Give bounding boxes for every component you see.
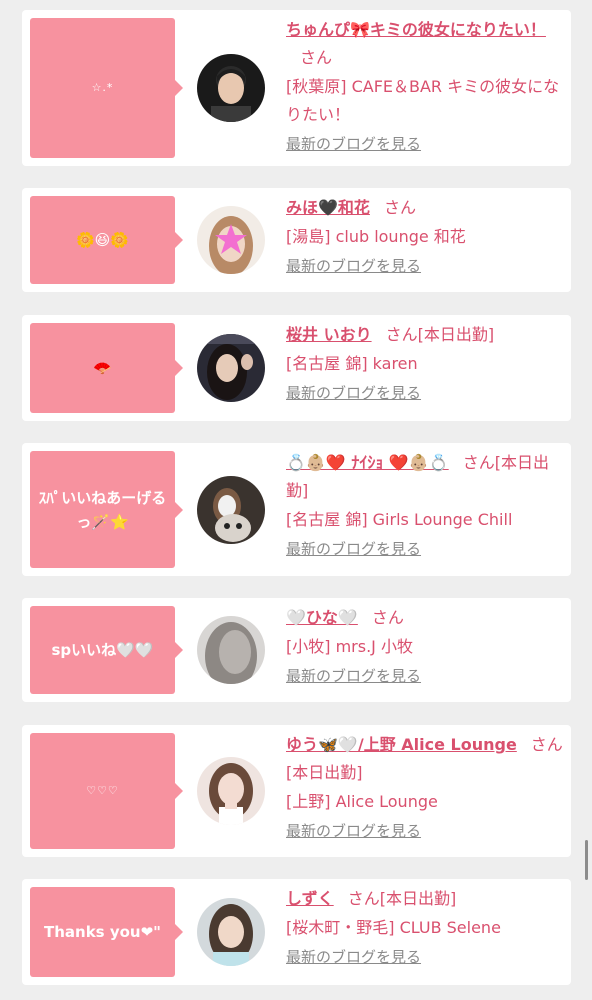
message-bubble: spいいね🤍🤍 [30, 606, 183, 694]
avatar[interactable] [197, 206, 265, 274]
honorific: さん [530, 735, 563, 754]
list-item: ☆.* ちゅんぴ🎀キミの彼女になりたい！ さん [秋葉原] CAFE＆BAR キミ… [22, 10, 571, 166]
honorific: さん [371, 608, 404, 627]
girl-name-link[interactable]: 桜井 いおり [286, 325, 372, 344]
shop-info: [湯島] club lounge 和花 [286, 227, 466, 246]
card-info: ちゅんぴ🎀キミの彼女になりたい！ さん [秋葉原] CAFE＆BAR キミの彼女に… [286, 16, 565, 155]
message-bubble: ｽﾊﾟいいねあーげるっ🪄⭐️ [30, 451, 183, 568]
avatar[interactable] [197, 757, 265, 825]
avatar[interactable] [197, 476, 265, 544]
shop-info: [名古屋 錦] Girls Lounge Chill [286, 510, 513, 529]
list-item: ｽﾊﾟいいねあーげるっ🪄⭐️ 💍👶🏼❤️ ﾅｲｼｮ ❤️👶🏼💍 さん[本日出勤] … [22, 443, 571, 576]
shop-info: [上野] Alice Lounge [286, 792, 438, 811]
latest-blog-link[interactable]: 最新のブログを見る [286, 382, 421, 404]
list-item: 🪭 桜井 いおり さん[本日出勤] [名古屋 錦] karen 最新のブログを見る [22, 315, 571, 421]
shop-info: [秋葉原] CAFE＆BAR キミの彼女になりたい！ [286, 77, 560, 124]
avatar[interactable] [197, 334, 265, 402]
shop-info: [桜木町・野毛] CLUB Selene [286, 918, 501, 937]
girl-name-link[interactable]: しずく [286, 889, 334, 908]
bubble-text: 🪭 [93, 359, 112, 377]
honorific: さん [385, 325, 418, 344]
message-bubble: 🌼😆🌼 [30, 196, 183, 284]
working-today-badge: [本日出勤] [379, 889, 457, 908]
card-info: みほ🖤和花 さん [湯島] club lounge 和花 最新のブログを見る [286, 194, 565, 277]
working-today-badge: [本日出勤] [286, 763, 363, 782]
list-item: spいいね🤍🤍 🤍ひな🤍 さん [小牧] mrs.J 小牧 最新のブログを見る [22, 598, 571, 702]
bubble-text: ｽﾊﾟいいねあーげるっ🪄⭐️ [38, 488, 167, 531]
latest-blog-link[interactable]: 最新のブログを見る [286, 133, 421, 155]
card-info: 💍👶🏼❤️ ﾅｲｼｮ ❤️👶🏼💍 さん[本日出勤] [名古屋 錦] Girls L… [286, 449, 565, 560]
card-info: 🤍ひな🤍 さん [小牧] mrs.J 小牧 最新のブログを見る [286, 604, 565, 687]
honorific: さん [462, 453, 495, 472]
scrollbar[interactable] [585, 840, 588, 880]
shop-info: [小牧] mrs.J 小牧 [286, 637, 413, 656]
list-item: 🌼😆🌼 みほ🖤和花 さん [湯島] club lounge 和花 最新のブログを見… [22, 188, 571, 292]
avatar[interactable] [197, 898, 265, 966]
card-info: 桜井 いおり さん[本日出勤] [名古屋 錦] karen 最新のブログを見る [286, 321, 565, 404]
bubble-text: ♡♡♡ [86, 784, 119, 797]
girl-name-link[interactable]: ちゅんぴ🎀キミの彼女になりたい！ [286, 20, 546, 39]
card-info: ゆう🦋🤍/上野 Alice Lounge さん [本日出勤] [上野] Alice … [286, 731, 565, 842]
girl-name-link[interactable]: ゆう🦋🤍/上野 Alice Lounge [286, 735, 517, 754]
latest-blog-link[interactable]: 最新のブログを見る [286, 946, 421, 968]
honorific: さん [300, 48, 333, 67]
bubble-text: 🌼😆🌼 [76, 231, 129, 249]
message-bubble: ☆.* [30, 18, 183, 158]
girl-name-link[interactable]: 🤍ひな🤍 [286, 608, 358, 627]
message-bubble: Thanks you❤" [30, 887, 183, 977]
bubble-text: Thanks you❤" [44, 923, 161, 941]
honorific: さん [347, 889, 380, 908]
message-bubble: 🪭 [30, 323, 183, 413]
bubble-text: ☆.* [91, 81, 114, 94]
girl-name-link[interactable]: みほ🖤和花 [286, 198, 370, 217]
card-info: しずく さん[本日出勤] [桜木町・野毛] CLUB Selene 最新のブログを… [286, 885, 565, 968]
list-item: Thanks you❤" しずく さん[本日出勤] [桜木町・野毛] CLUB S… [22, 879, 571, 985]
latest-blog-link[interactable]: 最新のブログを見る [286, 538, 421, 560]
avatar[interactable] [197, 54, 265, 122]
girl-name-link[interactable]: 💍👶🏼❤️ ﾅｲｼｮ ❤️👶🏼💍 [286, 453, 449, 472]
shop-info: [名古屋 錦] karen [286, 354, 418, 373]
bubble-text: spいいね🤍🤍 [51, 641, 154, 659]
latest-blog-link[interactable]: 最新のブログを見る [286, 820, 421, 842]
latest-blog-link[interactable]: 最新のブログを見る [286, 255, 421, 277]
working-today-badge: [本日出勤] [417, 325, 495, 344]
message-bubble: ♡♡♡ [30, 733, 183, 849]
list-item: ♡♡♡ ゆう🦋🤍/上野 Alice Lounge さん [本日出勤] [上野] Al… [22, 725, 571, 857]
avatar[interactable] [197, 616, 265, 684]
latest-blog-link[interactable]: 最新のブログを見る [286, 665, 421, 687]
honorific: さん [383, 198, 416, 217]
